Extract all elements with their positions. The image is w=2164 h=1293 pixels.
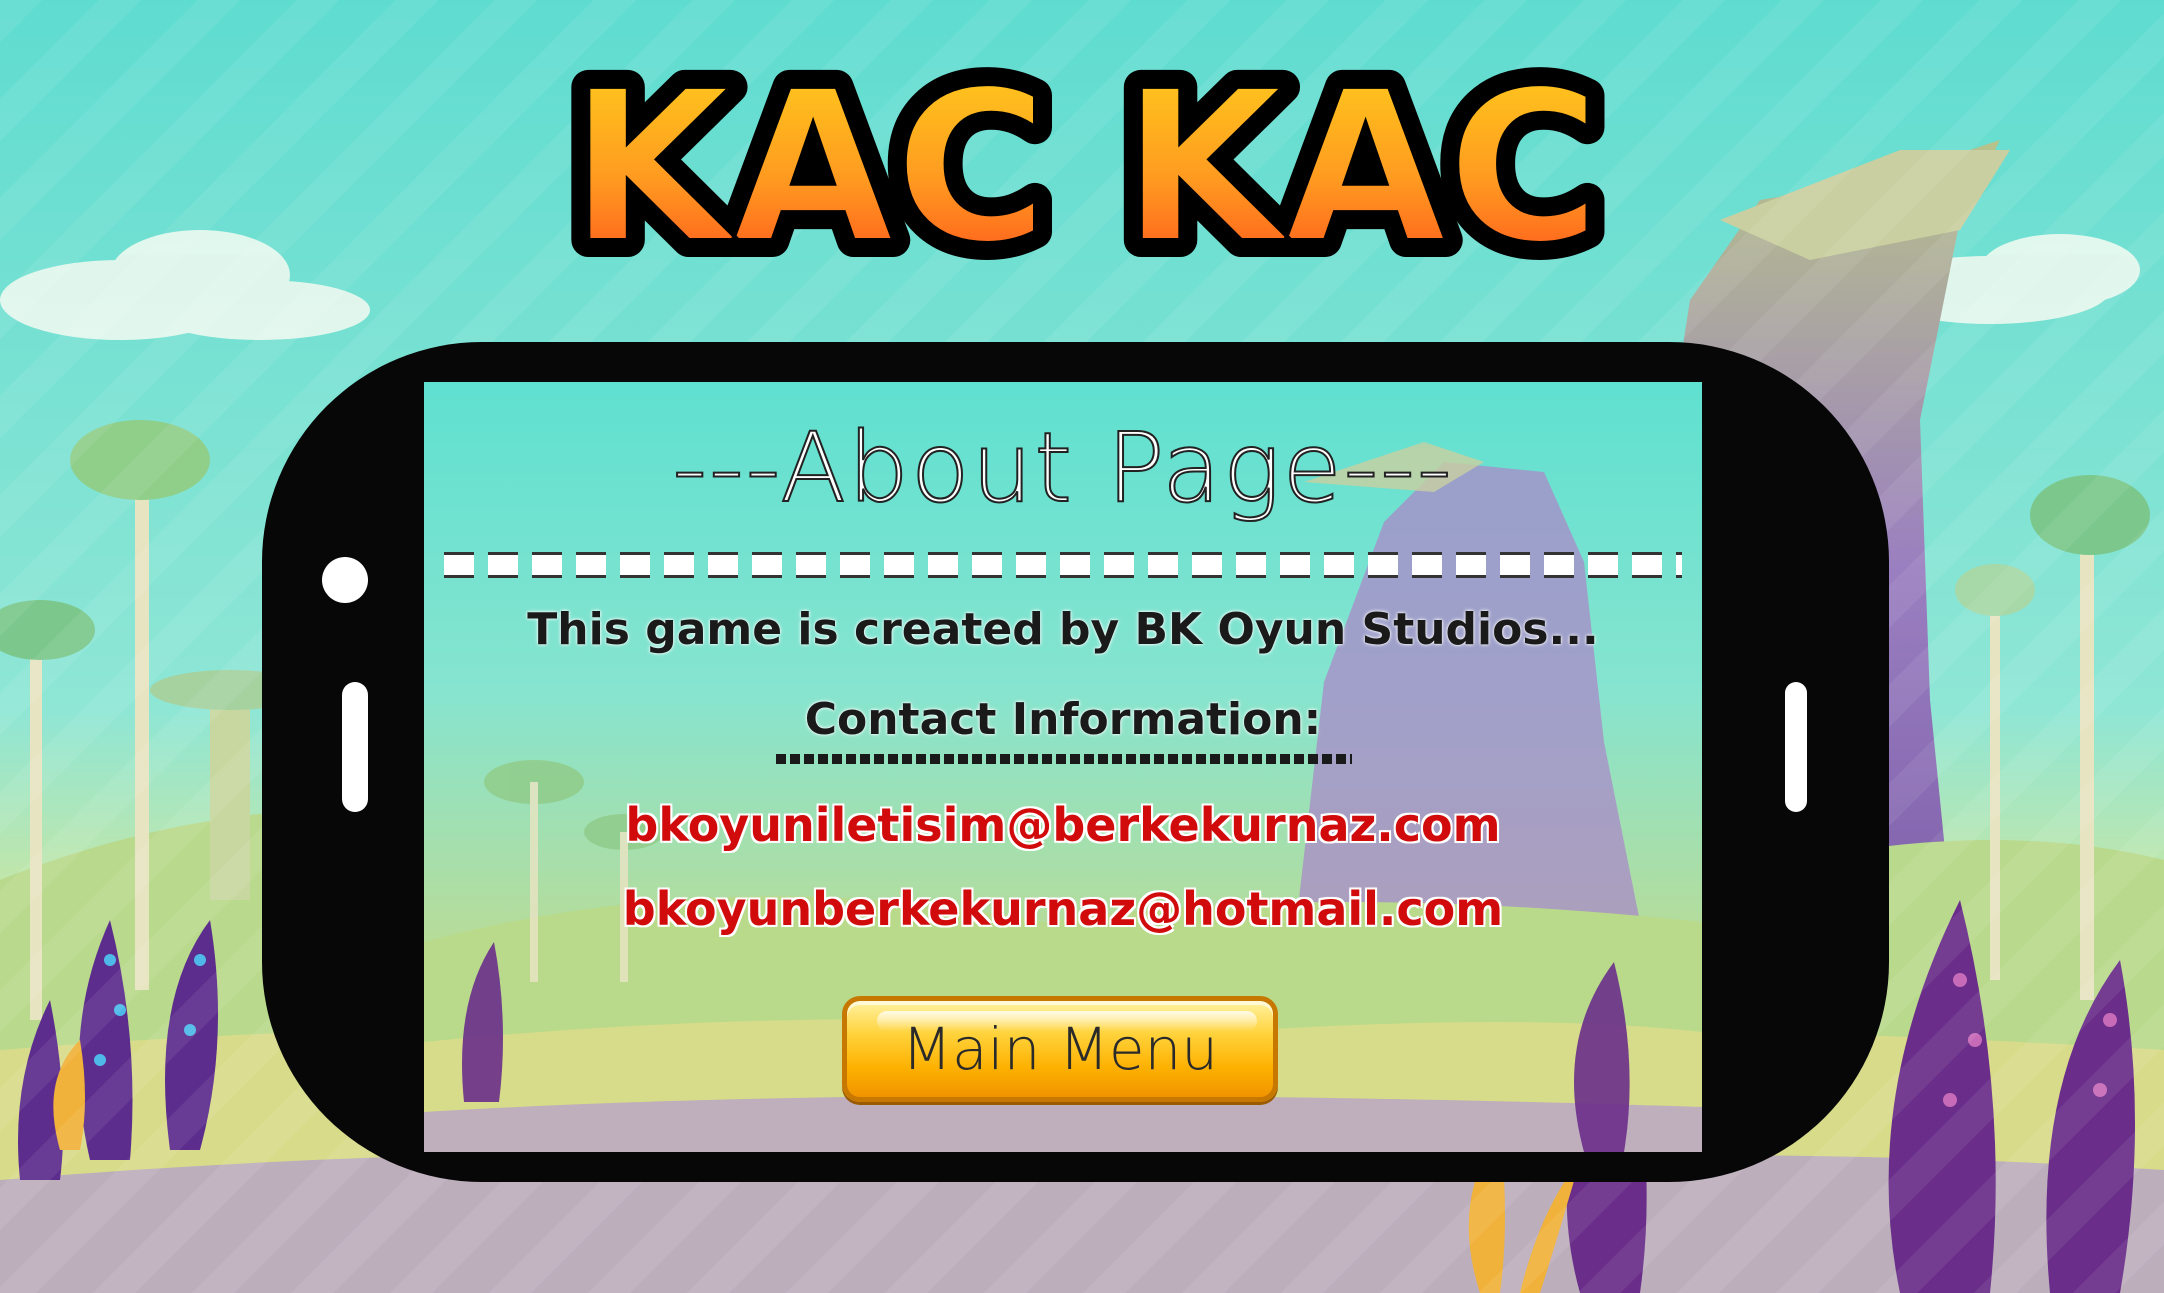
- logo-graphic: KAC KAC KAC KAC: [552, 40, 1618, 307]
- about-screen: ---About Page--- This game is created by…: [424, 382, 1702, 1152]
- phone-camera-dot: [322, 557, 368, 603]
- contact-heading: Contact Information:: [804, 694, 1322, 745]
- phone-speaker-left: [342, 682, 368, 812]
- credit-text: This game is created by BK Oyun Studios.…: [527, 604, 1599, 655]
- main-menu-button[interactable]: Main Menu: [842, 996, 1278, 1102]
- title-divider: [444, 552, 1682, 578]
- main-menu-label: Main Menu: [901, 1015, 1219, 1083]
- logo-text: KAC KAC: [569, 45, 1601, 290]
- contact-email-1: bkoyuniletisim@berkekurnaz.com: [625, 798, 1501, 852]
- game-logo: KAC KAC KAC KAC: [520, 40, 1650, 310]
- contact-email-2: bkoyunberkekurnaz@hotmail.com: [622, 882, 1504, 936]
- about-page-title: ---About Page---: [671, 411, 1454, 525]
- phone-button-right: [1785, 682, 1807, 812]
- contact-divider: [776, 754, 1352, 764]
